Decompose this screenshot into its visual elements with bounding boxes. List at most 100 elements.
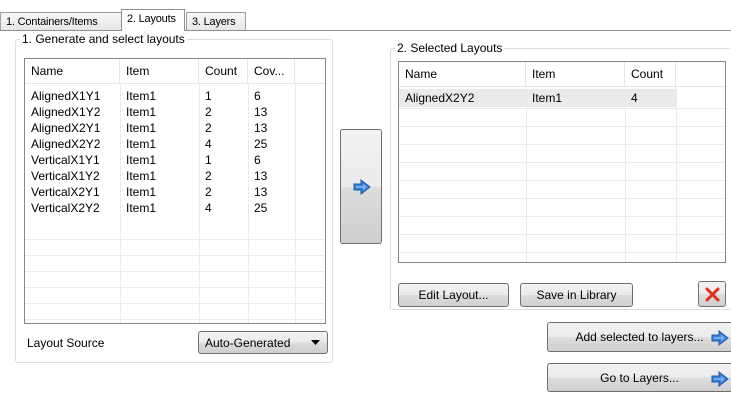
move-to-selected-button[interactable] [340, 129, 382, 244]
selected-layouts-list[interactable]: Name Item Count AlignedX2Y2 Item1 4 [398, 61, 726, 263]
table-cell: VerticalX1Y2 [31, 169, 100, 183]
grid-line [25, 239, 325, 240]
table-cell: AlignedX2Y2 [405, 91, 475, 105]
grid-line [25, 255, 325, 256]
tab-containers-items[interactable]: 1. Containers/Items [0, 12, 122, 31]
tab-layers[interactable]: 3. Layers [186, 12, 246, 31]
grid-line [399, 252, 725, 253]
go-to-layers-button[interactable]: Go to Layers... [547, 363, 731, 392]
layout-source-label: Layout Source [27, 336, 105, 350]
grid-line [25, 319, 325, 320]
table-cell: 6 [254, 153, 261, 167]
save-in-library-label: Save in Library [536, 288, 617, 302]
table-cell: 2 [205, 105, 212, 119]
table-cell: Item1 [126, 153, 157, 167]
tab-label: 3. Layers [192, 16, 236, 28]
column-header-item[interactable]: Item [526, 62, 625, 87]
table-cell: AlignedX1Y1 [31, 89, 101, 103]
column-header-filler [676, 62, 725, 87]
grid-line [399, 126, 725, 127]
column-header-coverage[interactable]: Cov... [248, 59, 295, 84]
generated-layouts-list[interactable]: Name Item Count Cov... AlignedX1Y1 Item1 1… [24, 58, 326, 324]
table-cell: 2 [205, 169, 212, 183]
column-header-item[interactable]: Item [120, 59, 199, 84]
chevron-down-icon [311, 340, 320, 345]
column-header-count[interactable]: Count [625, 62, 676, 87]
grid-line [526, 87, 527, 262]
save-in-library-button[interactable]: Save in Library [520, 283, 633, 307]
table-row[interactable]: AlignedX2Y1 Item1 2 13 [25, 120, 325, 136]
layout-source-dropdown[interactable]: Auto-Generated [198, 331, 328, 354]
list-header: Name Item Count Cov... [25, 59, 325, 84]
layout-source-value: Auto-Generated [205, 336, 291, 350]
table-row[interactable]: VerticalX2Y2 Item1 4 25 [25, 200, 325, 216]
column-header-filler [295, 59, 325, 84]
table-cell: 6 [254, 89, 261, 103]
table-cell: 4 [631, 91, 638, 105]
edit-layout-button[interactable]: Edit Layout... [398, 283, 509, 307]
table-cell: VerticalX1Y1 [31, 153, 100, 167]
table-row[interactable]: AlignedX1Y2 Item1 2 13 [25, 104, 325, 120]
table-cell: VerticalX2Y2 [31, 201, 100, 215]
grid-line [25, 303, 325, 304]
table-cell: 2 [205, 185, 212, 199]
tab-layouts[interactable]: 2. Layouts [121, 9, 185, 31]
grid-line [399, 162, 725, 163]
grid-line [399, 108, 725, 109]
table-cell: Item1 [126, 121, 157, 135]
column-header-count[interactable]: Count [199, 59, 248, 84]
grid-line [625, 87, 626, 262]
tab-bar: 1. Containers/Items 2. Layouts 3. Layers [0, 0, 731, 31]
table-cell: 2 [205, 121, 212, 135]
table-cell: 25 [254, 137, 268, 151]
grid-line [676, 87, 677, 262]
grid-line [399, 144, 725, 145]
column-header-name[interactable]: Name [399, 62, 526, 87]
table-row[interactable]: VerticalX1Y2 Item1 2 13 [25, 168, 325, 184]
table-cell: 13 [254, 185, 268, 199]
table-cell: VerticalX2Y1 [31, 185, 100, 199]
table-cell: 1 [205, 153, 212, 167]
table-row[interactable]: AlignedX2Y2 Item1 4 25 [25, 136, 325, 152]
tab-label: 1. Containers/Items [6, 16, 98, 28]
table-cell: Item1 [126, 185, 157, 199]
grid-line [25, 287, 325, 288]
table-cell: Item1 [126, 137, 157, 151]
close-icon [705, 287, 720, 302]
generate-layouts-group-title: 1. Generate and select layouts [20, 32, 187, 46]
add-selected-to-layers-label: Add selected to layers... [575, 330, 704, 344]
arrow-right-icon [353, 179, 371, 195]
column-header-name[interactable]: Name [25, 59, 120, 84]
grid-line [399, 234, 725, 235]
add-selected-to-layers-button[interactable]: Add selected to layers... [547, 322, 731, 352]
edit-layout-label: Edit Layout... [418, 288, 489, 302]
table-cell: 4 [205, 201, 212, 215]
grid-line [399, 198, 725, 199]
table-cell: 4 [205, 137, 212, 151]
arrow-right-icon [711, 371, 729, 387]
grid-line [399, 180, 725, 181]
grid-line [25, 271, 325, 272]
go-to-layers-label: Go to Layers... [600, 370, 679, 385]
table-row[interactable]: AlignedX2Y2 Item1 4 [399, 89, 676, 107]
selected-layouts-group-title: 2. Selected Layouts [395, 41, 505, 55]
table-cell: 13 [254, 169, 268, 183]
table-cell: Item1 [126, 89, 157, 103]
delete-layout-button[interactable] [698, 281, 726, 307]
table-cell: 1 [205, 89, 212, 103]
grid-line [399, 216, 725, 217]
table-cell: 25 [254, 201, 268, 215]
table-cell: Item1 [532, 91, 563, 105]
table-cell: Item1 [126, 169, 157, 183]
table-cell: Item1 [126, 201, 157, 215]
table-cell: AlignedX2Y1 [31, 121, 101, 135]
table-row[interactable]: VerticalX1Y1 Item1 1 6 [25, 152, 325, 168]
table-row[interactable]: VerticalX2Y1 Item1 2 13 [25, 184, 325, 200]
table-cell: Item1 [126, 105, 157, 119]
list-header: Name Item Count [399, 62, 725, 87]
table-cell: 13 [254, 121, 268, 135]
arrow-right-icon [711, 330, 729, 346]
tab-label: 2. Layouts [127, 13, 176, 25]
table-row[interactable]: AlignedX1Y1 Item1 1 6 [25, 88, 325, 104]
table-cell: AlignedX1Y2 [31, 105, 101, 119]
